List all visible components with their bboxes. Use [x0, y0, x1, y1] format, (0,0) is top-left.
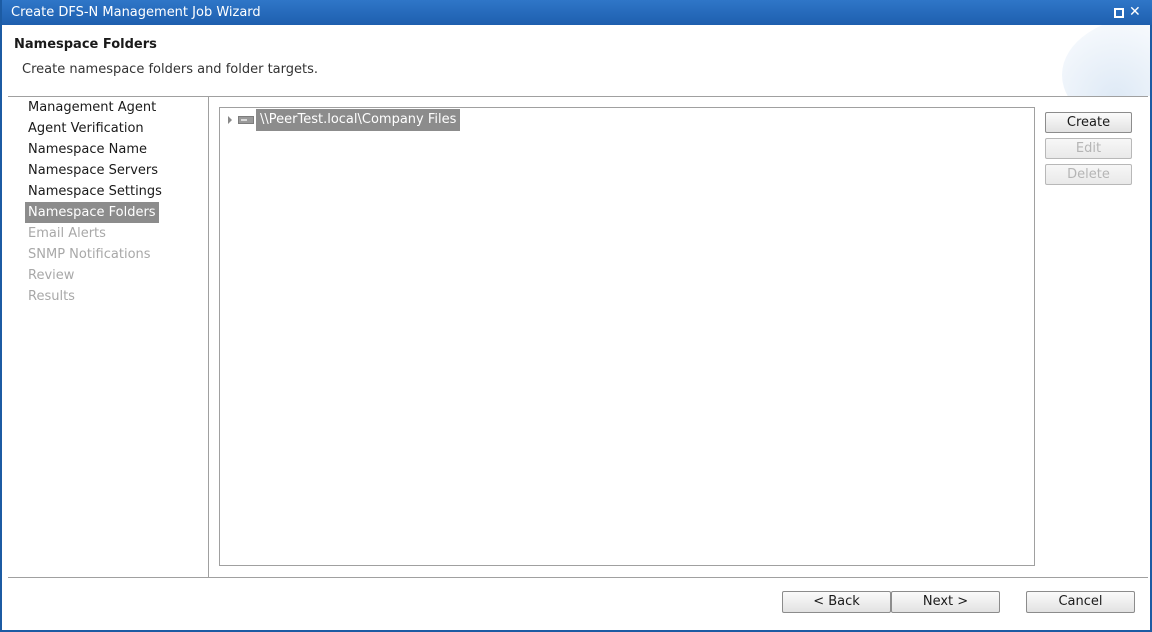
wizard-window: Create DFS-N Management Job Wizard ✕ Nam…	[0, 0, 1152, 632]
delete-button: Delete	[1045, 164, 1132, 185]
nav-step-review: Review	[28, 268, 75, 283]
create-button[interactable]: Create	[1045, 112, 1132, 133]
nav-step-email-alerts: Email Alerts	[28, 226, 106, 241]
nav-step-management-agent[interactable]: Management Agent	[25, 97, 159, 118]
edit-button: Edit	[1045, 138, 1132, 159]
nav-step-namespace-folders[interactable]: Namespace Folders	[25, 202, 159, 223]
close-icon[interactable]: ✕	[1129, 3, 1141, 21]
tree-node-label[interactable]: \\PeerTest.local\Company Files	[256, 109, 461, 131]
cancel-button[interactable]: Cancel	[1026, 591, 1135, 613]
nav-step-agent-verification[interactable]: Agent Verification	[25, 118, 147, 139]
header-decoration	[1062, 25, 1150, 96]
footer-divider	[8, 577, 1148, 578]
next-button[interactable]: Next >	[891, 591, 1000, 613]
window-title: Create DFS-N Management Job Wizard	[11, 5, 261, 20]
page-title: Namespace Folders	[14, 37, 157, 52]
wizard-steps-nav: Management Agent Agent Verification Name…	[8, 97, 209, 577]
nav-step-snmp-notifications: SNMP Notifications	[28, 247, 151, 262]
expand-arrow-icon[interactable]	[228, 116, 232, 124]
wizard-header: Namespace Folders Create namespace folde…	[2, 25, 1150, 96]
namespace-folder-tree[interactable]: \\PeerTest.local\Company Files	[219, 107, 1035, 566]
maximize-icon[interactable]	[1114, 8, 1124, 18]
title-bar[interactable]: Create DFS-N Management Job Wizard ✕	[2, 0, 1152, 25]
nav-step-results: Results	[28, 289, 75, 304]
page-description: Create namespace folders and folder targ…	[22, 62, 318, 77]
nav-step-namespace-settings[interactable]: Namespace Settings	[25, 181, 165, 202]
nav-step-namespace-servers[interactable]: Namespace Servers	[25, 160, 161, 181]
back-button[interactable]: < Back	[782, 591, 891, 613]
nav-step-namespace-name[interactable]: Namespace Name	[25, 139, 150, 160]
namespace-server-icon	[238, 116, 254, 124]
